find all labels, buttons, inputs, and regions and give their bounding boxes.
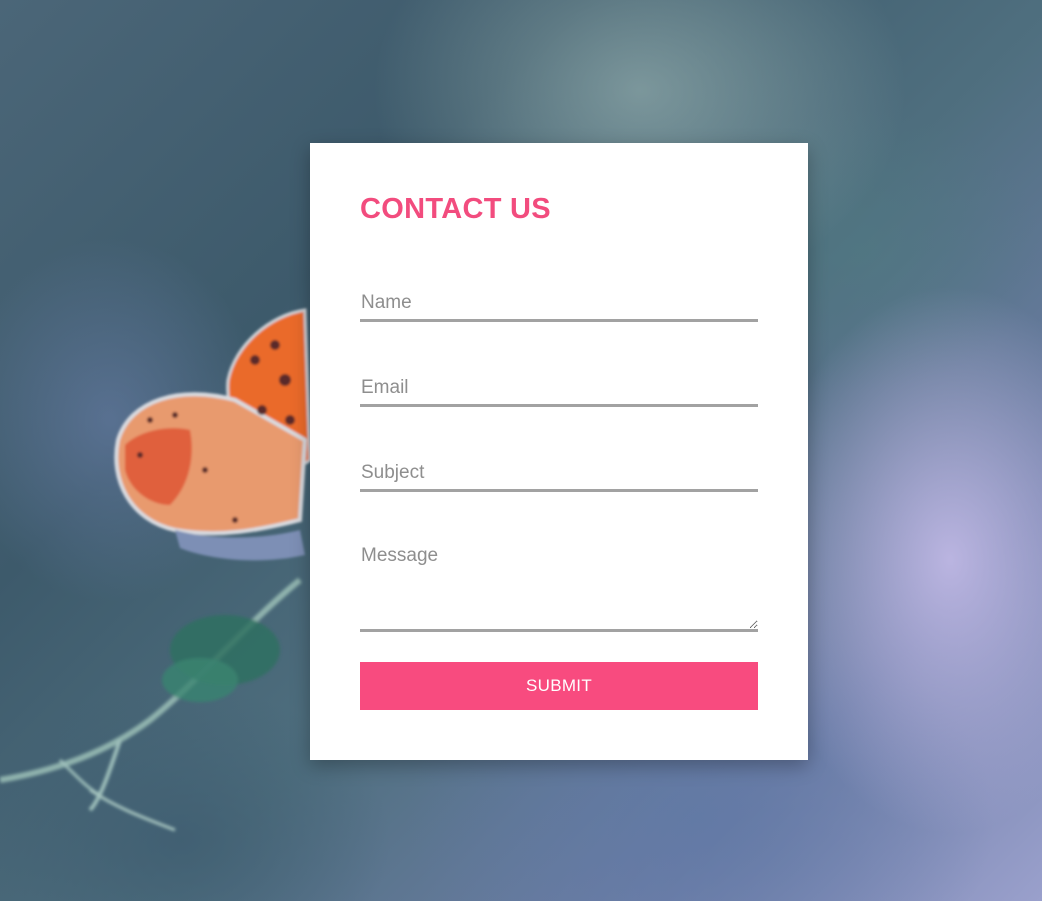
form-title: CONTACT US — [360, 193, 551, 225]
name-field[interactable] — [360, 286, 758, 322]
submit-button[interactable]: SUBMIT — [360, 662, 758, 710]
contact-form-card: CONTACT US SUBMIT — [310, 143, 808, 760]
subject-field[interactable] — [360, 456, 758, 492]
butterfly-image — [0, 308, 312, 832]
message-field[interactable] — [360, 541, 758, 632]
page: CONTACT US SUBMIT — [0, 0, 1042, 901]
email-field[interactable] — [360, 371, 758, 407]
